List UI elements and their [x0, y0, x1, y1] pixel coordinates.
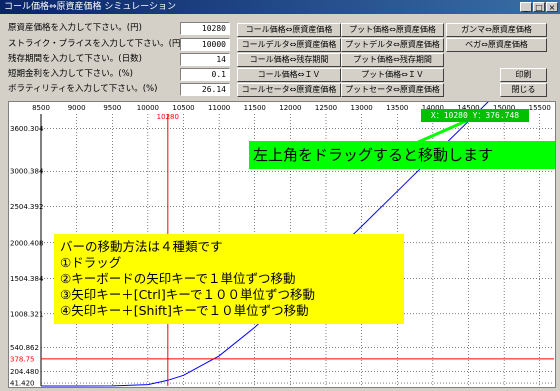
help-line: ②キーボードの矢印キーで１単位ずつ移動 — [60, 271, 296, 286]
interest-rate-label: 短期金利を入力して下さい。(%) — [8, 69, 133, 79]
help-line: ③矢印キー＋[Ctrl]キーで１００単位ずつ移動 — [60, 287, 315, 302]
help-line: ④矢印キー＋[Shift]キーで１０単位ずつ移動 — [60, 303, 309, 318]
x-tick-label: 8500 — [32, 104, 50, 112]
call-iv-button[interactable]: コール価格⇔ＩＶ — [237, 68, 341, 82]
y-tick-label: 204.480 — [10, 368, 39, 376]
strike-price-input[interactable]: 10000 — [180, 38, 230, 51]
y-tick-label: 2000.408 — [10, 239, 43, 247]
call-remaining-button[interactable]: コール価格⇔残存期間 — [237, 53, 341, 67]
remaining-days-input[interactable]: 14 — [180, 53, 230, 66]
call-delta-underlying-button[interactable]: コールデルタ⇔原資産価格 — [237, 38, 341, 52]
x-tick-label: 13500 — [386, 104, 408, 112]
put-theta-underlying-button[interactable]: プットセータ⇔原資産価格 — [341, 83, 444, 97]
put-delta-underlying-button[interactable]: プットデルタ⇔原資産価格 — [341, 38, 444, 52]
help-panel[interactable]: バーの移動方法は４種類です ①ドラッグ ②キーボードの矢印キーで１単位ずつ移動 … — [54, 234, 404, 324]
interest-rate-input[interactable]: 0.1 — [180, 68, 230, 81]
underlying-price-label: 原資産価格を入力して下さい。(円) — [8, 23, 142, 33]
chart-area[interactable]: 8500 9000 9500 10000 10500 11000 11500 12000 125… — [8, 101, 556, 388]
x-tick-label: 9500 — [103, 104, 121, 112]
help-line: ①ドラッグ — [60, 255, 122, 270]
x-tick-label: 13000 — [350, 104, 372, 112]
underlying-price-input[interactable]: 10280 — [180, 22, 230, 35]
y-tick-label: 3600.304 — [10, 125, 44, 133]
volatility-label: ボラティリティを入力して下さい。(%) — [8, 84, 158, 94]
minimize-button[interactable]: _ — [520, 2, 532, 12]
y-tick-label: 540.862 — [10, 344, 39, 352]
x-marker-label: 10280 — [157, 113, 179, 121]
x-tick-label: 11500 — [244, 104, 266, 112]
strike-price-label: ストライク・プライスを入力して下さい。(円) — [8, 39, 184, 49]
x-tick-label: 12000 — [279, 104, 301, 112]
y-tick-label: 3000.384 — [10, 168, 44, 176]
window-title: コール価格⇔原資産価格 シミュレーション — [4, 2, 177, 12]
x-tick-label: 11000 — [208, 104, 230, 112]
call-underlying-button[interactable]: コール価格⇔原資産価格 — [237, 23, 341, 37]
y-tick-label: 1008.321 — [10, 310, 43, 318]
drag-hint-panel[interactable]: 左上角をドラッグすると移動します — [249, 141, 555, 169]
vega-underlying-button[interactable]: ベガ⇔原資産価格 — [446, 38, 547, 52]
close-window-button[interactable]: × — [546, 2, 558, 12]
put-remaining-button[interactable]: プット価格⇔残存期間 — [341, 53, 444, 67]
maximize-button[interactable]: □ — [533, 2, 545, 12]
x-tick-label: 15500 — [529, 104, 551, 112]
x-tick-label: 10000 — [137, 104, 159, 112]
y-tick-label: 1504.384 — [10, 275, 44, 283]
x-tick-label: 9000 — [68, 104, 86, 112]
x-tick-label: 12500 — [315, 104, 337, 112]
x-tick-label: 10500 — [172, 104, 194, 112]
put-iv-button[interactable]: プット価格⇔ＩＶ — [341, 68, 444, 82]
y-tick-label: 41.420 — [10, 380, 35, 387]
coordinate-readout: X：10280 Y：376.748 — [421, 109, 529, 122]
print-button[interactable]: 印刷 — [500, 68, 547, 82]
y-marker-label: 378.75 — [10, 355, 35, 363]
put-underlying-button[interactable]: プット価格⇔原資産価格 — [341, 23, 444, 37]
help-line: バーの移動方法は４種類です — [60, 239, 223, 254]
call-theta-underlying-button[interactable]: コールセータ⇔原資産価格 — [237, 83, 341, 97]
title-bar[interactable]: コール価格⇔原資産価格 シミュレーション _ □ × — [0, 0, 560, 14]
y-tick-label: 2504.392 — [10, 203, 43, 211]
gamma-underlying-button[interactable]: ガンマ⇔原資産価格 — [446, 23, 547, 37]
volatility-input[interactable]: 26.14 — [180, 83, 230, 96]
close-button[interactable]: 閉じる — [500, 83, 547, 97]
remaining-days-label: 残存期間を入力して下さい。(日数) — [8, 54, 142, 64]
